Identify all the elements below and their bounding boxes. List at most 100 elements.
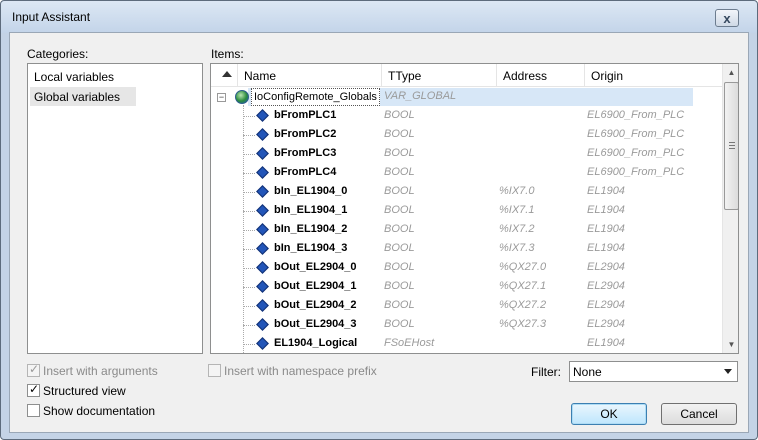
table-row[interactable]: bFromPLC4 BOOL EL6900_From_PLC <box>211 164 722 183</box>
row-type: FSoEHost <box>384 337 435 349</box>
tree-branch-line <box>243 192 255 193</box>
categories-label: Categories: <box>27 47 89 61</box>
vertical-scrollbar[interactable]: ▲ ▼ <box>722 64 738 353</box>
row-address: %IX7.3 <box>499 242 535 254</box>
tree-branch-line <box>243 287 255 288</box>
scroll-down-arrow-icon[interactable]: ▼ <box>723 336 738 353</box>
row-type: BOOL <box>384 261 415 273</box>
table-row[interactable]: bOut_EL2904_2 BOOL %QX27.2 EL2904 <box>211 297 722 316</box>
row-type: BOOL <box>384 242 415 254</box>
row-address: %QX27.2 <box>499 299 547 311</box>
variable-icon <box>256 185 269 198</box>
sort-up-icon[interactable] <box>222 71 232 77</box>
table-row[interactable]: bFromPLC1 BOOL EL6900_From_PLC <box>211 107 722 126</box>
table-row[interactable]: bOut_EL2904_1 BOOL %QX27.1 EL2904 <box>211 278 722 297</box>
table-row[interactable]: bOut_EL2904_3 BOOL %QX27.3 EL2904 <box>211 316 722 335</box>
row-origin: EL6900_From_PLC <box>587 109 685 121</box>
row-name: bIn_EL1904_0 <box>274 185 348 197</box>
row-address: %QX27.0 <box>499 261 547 273</box>
scroll-up-arrow-icon[interactable]: ▲ <box>723 64 738 81</box>
collapse-icon[interactable]: − <box>217 93 226 102</box>
column-header-origin[interactable]: Origin <box>584 64 722 87</box>
row-address: %IX7.2 <box>499 223 535 235</box>
row-address: %QX27.3 <box>499 318 547 330</box>
table-row[interactable]: bIn_EL1904_0 BOOL %IX7.0 EL1904 <box>211 183 722 202</box>
row-origin: EL1904 <box>587 242 625 254</box>
row-type: BOOL <box>384 109 415 121</box>
items-header: Name TType Address Origin <box>211 64 722 87</box>
categories-list[interactable]: Local variables Global variables <box>27 63 203 354</box>
cancel-button[interactable]: Cancel <box>661 403 737 425</box>
variable-icon <box>256 318 269 331</box>
table-row[interactable]: bFromPLC3 BOOL EL6900_From_PLC <box>211 145 722 164</box>
table-row[interactable]: bIn_EL1904_2 BOOL %IX7.2 EL1904 <box>211 221 722 240</box>
row-type: BOOL <box>384 166 415 178</box>
row-origin: EL6900_From_PLC <box>587 166 685 178</box>
tree-branch-line <box>243 306 255 307</box>
title-bar[interactable]: Input Assistant x <box>1 1 757 33</box>
show-documentation-label: Show documentation <box>43 404 156 418</box>
root-name: IoConfigRemote_Globals <box>251 88 380 106</box>
row-origin: EL2904 <box>587 261 625 273</box>
tree-body: − IoConfigRemote_Globals VAR_GLOBAL bFro… <box>211 88 722 353</box>
scroll-thumb[interactable] <box>724 82 738 210</box>
column-header-name[interactable]: Name <box>237 64 381 87</box>
table-row[interactable]: bIn_EL1904_1 BOOL %IX7.1 EL1904 <box>211 202 722 221</box>
window-title: Input Assistant <box>12 10 91 24</box>
row-name: bFromPLC3 <box>274 147 337 159</box>
row-type: BOOL <box>384 318 415 330</box>
globe-icon <box>235 90 249 104</box>
row-address: %QX27.1 <box>499 280 547 292</box>
close-icon: x <box>723 10 731 26</box>
ok-button[interactable]: OK <box>571 403 647 425</box>
row-address: %IX7.1 <box>499 204 535 216</box>
chevron-down-icon <box>724 369 732 374</box>
show-documentation-checkbox[interactable] <box>27 404 40 417</box>
row-address: %IX7.0 <box>499 185 535 197</box>
row-origin: EL2904 <box>587 299 625 311</box>
row-name: bOut_EL2904_0 <box>274 261 357 273</box>
row-origin: EL1904 <box>587 204 625 216</box>
tree-root-row[interactable]: − IoConfigRemote_Globals VAR_GLOBAL <box>211 88 722 107</box>
tree-branch-line <box>243 344 255 345</box>
items-tree[interactable]: Name TType Address Origin − IoConfigRemo… <box>210 63 739 354</box>
tree-branch-line <box>243 116 255 117</box>
variable-icon <box>256 128 269 141</box>
row-name: EL1904_Logical <box>274 337 358 349</box>
structured-view-checkbox[interactable]: ✓ <box>27 383 40 397</box>
scroll-grip <box>729 148 735 149</box>
category-global-variables[interactable]: Global variables <box>30 87 136 106</box>
row-origin: EL2904 <box>587 318 625 330</box>
row-type: BOOL <box>384 147 415 159</box>
tree-branch-line <box>243 173 255 174</box>
row-origin: EL1904 <box>587 223 625 235</box>
check-icon: ✓ <box>29 362 40 376</box>
table-row[interactable]: bFromPLC2 BOOL EL6900_From_PLC <box>211 126 722 145</box>
row-name: bFromPLC1 <box>274 109 337 121</box>
filter-select[interactable]: None <box>569 361 738 382</box>
row-name: bIn_EL1904_3 <box>274 242 348 254</box>
root-type: VAR_GLOBAL <box>384 90 457 102</box>
table-row[interactable]: bIn_EL1904_3 BOOL %IX7.3 EL1904 <box>211 240 722 259</box>
tree-branch-line <box>243 268 255 269</box>
column-header-type[interactable]: TType <box>381 64 496 87</box>
close-button[interactable]: x <box>715 9 739 27</box>
row-name: bFromPLC2 <box>274 128 337 140</box>
tree-branch-line <box>243 154 255 155</box>
category-local-variables[interactable]: Local variables <box>30 67 136 86</box>
items-label: Items: <box>211 47 244 61</box>
table-row[interactable]: bOut_EL2904_0 BOOL %QX27.0 EL2904 <box>211 259 722 278</box>
row-origin: EL6900_From_PLC <box>587 128 685 140</box>
row-type: BOOL <box>384 185 415 197</box>
insert-with-namespace-prefix-checkbox[interactable] <box>208 364 221 377</box>
column-header-address[interactable]: Address <box>496 64 584 87</box>
row-name: bIn_EL1904_2 <box>274 223 348 235</box>
variable-icon <box>256 109 269 122</box>
input-assistant-dialog: Input Assistant x Categories: Items: Loc… <box>0 0 758 440</box>
table-row[interactable]: EL1904_Logical FSoEHost EL1904 <box>211 335 722 353</box>
row-type: BOOL <box>384 223 415 235</box>
dialog-body: Categories: Items: Local variables Globa… <box>9 32 749 433</box>
tree-branch-line <box>243 325 255 326</box>
insert-with-arguments-checkbox[interactable]: ✓ <box>27 362 40 377</box>
variable-icon <box>256 166 269 179</box>
